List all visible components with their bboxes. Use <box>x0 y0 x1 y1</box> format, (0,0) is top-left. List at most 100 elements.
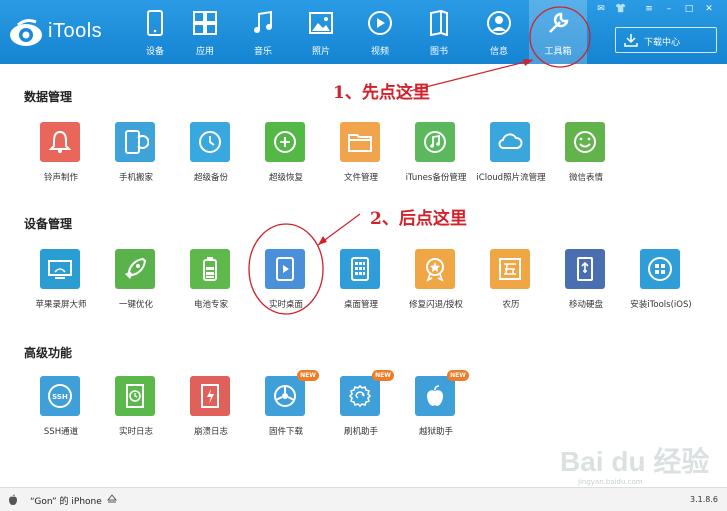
tile-label: 固件下载 <box>268 427 303 437</box>
download-center-button[interactable]: 下载中心 <box>615 27 717 53</box>
tile-flash-helper[interactable]: NEW 刷机助手 <box>330 370 394 448</box>
tile-label: iTunes备份管理 <box>405 173 467 183</box>
tile-fix-crash[interactable]: 修复闪退/授权 <box>405 249 467 321</box>
maximize-icon[interactable]: □ <box>683 3 695 15</box>
tile-install-itools[interactable]: 安装iTools(iOS) <box>630 249 692 321</box>
tile-wechat-emoji[interactable]: 微信表情 <box>555 122 617 194</box>
tile-ssh[interactable]: SSH SSH通道 <box>30 376 92 448</box>
tile-usb-drive[interactable]: 移动硬盘 <box>555 249 617 321</box>
nav-photo[interactable]: 照片 <box>292 0 350 64</box>
tile-firmware[interactable]: NEW 固件下载 <box>255 370 319 448</box>
tile-icon-box <box>115 249 155 289</box>
tile-icon-box <box>265 376 305 416</box>
tile-itunes-backup[interactable]: iTunes备份管理 <box>405 122 467 194</box>
tile-label: 超级恢复 <box>268 173 303 183</box>
close-icon[interactable]: ✕ <box>703 3 715 15</box>
tile-icon-box <box>415 249 455 289</box>
nav-info[interactable]: 信息 <box>470 0 528 64</box>
tile-optimize[interactable]: 一键优化 <box>105 249 167 321</box>
nav-book[interactable]: 图书 <box>410 0 468 64</box>
user-icon <box>487 11 511 35</box>
tile-icon-box <box>340 249 380 289</box>
tile-jailbreak[interactable]: NEW 越狱助手 <box>405 370 469 448</box>
logo-text: iTools <box>48 20 103 42</box>
version-label: 3.1.8.6 <box>690 495 718 504</box>
tile-label: SSH通道 <box>43 427 79 437</box>
window-controls: ✉ 👕 ≡ – □ ✕ <box>595 3 725 15</box>
tile-desktop-manager[interactable]: 桌面管理 <box>330 249 392 321</box>
tile-phone-transfer[interactable]: 手机搬家 <box>105 122 167 194</box>
firmware-icon <box>274 385 296 407</box>
tile-icon-box <box>490 249 530 289</box>
wrench-icon <box>549 12 569 33</box>
tile-super-backup[interactable]: 超级备份 <box>180 122 242 194</box>
nav-apps[interactable]: 应用 <box>176 0 234 64</box>
baidu-watermark-url: jingyan.baidu.com <box>578 478 643 486</box>
nav-video[interactable]: 视频 <box>351 0 409 64</box>
eject-icon[interactable] <box>107 494 117 504</box>
tile-label: 安装iTools(iOS) <box>630 300 692 310</box>
tile-icloud-photo[interactable]: iCloud照片流管理 <box>476 122 546 194</box>
new-badge: NEW <box>297 370 319 381</box>
tile-label: 移动硬盘 <box>568 300 603 310</box>
tile-live-desktop[interactable]: 实时桌面 <box>255 249 317 321</box>
music-note-icon <box>424 131 446 153</box>
tile-label: 文件管理 <box>343 173 378 183</box>
tile-label: iCloud照片流管理 <box>476 173 546 183</box>
tile-icon-box <box>40 122 80 162</box>
tile-label: 电池专家 <box>193 300 228 310</box>
nav-toolbox[interactable]: 工具箱 <box>529 0 587 64</box>
tile-icon-box <box>340 376 380 416</box>
calendar-five-icon <box>499 258 521 280</box>
status-bar: “Gon” 的 iPhone 3.1.8.6 <box>0 487 727 511</box>
tile-crash-log[interactable]: 崩溃日志 <box>180 376 242 448</box>
tile-label: 微信表情 <box>568 173 603 183</box>
itools-logo: iTools <box>8 14 120 54</box>
message-icon[interactable]: ✉ <box>595 3 607 15</box>
phone-transfer-icon <box>125 130 149 154</box>
nav-music[interactable]: 音乐 <box>234 0 292 64</box>
download-icon <box>624 34 638 47</box>
live-log-icon <box>126 384 144 408</box>
apple-icon <box>427 385 443 406</box>
annotation-step1: 1、先点这里 <box>333 83 430 103</box>
nav-label: 工具箱 <box>544 47 572 57</box>
tile-icon-box <box>490 122 530 162</box>
tile-file-manager[interactable]: 文件管理 <box>330 122 392 194</box>
tile-icon-box <box>190 376 230 416</box>
tile-icon-box <box>415 376 455 416</box>
cloud-icon <box>498 133 523 149</box>
nav-label: 图书 <box>429 47 448 57</box>
tile-screen-record[interactable]: 苹果录屏大师 <box>30 249 92 321</box>
shirt-icon[interactable]: 👕 <box>615 3 627 15</box>
tile-label: 农历 <box>502 300 520 310</box>
tile-ringtone[interactable]: 铃声制作 <box>30 122 92 194</box>
ssh-icon: SSH <box>48 384 72 408</box>
tile-icon-box <box>565 122 605 162</box>
grid-icon <box>351 257 369 281</box>
apple-device-icon <box>9 494 17 505</box>
tile-super-restore[interactable]: 超级恢复 <box>255 122 317 194</box>
minimize-icon[interactable]: – <box>663 3 675 15</box>
tile-icon-box <box>40 249 80 289</box>
tile-label: 铃声制作 <box>43 173 78 183</box>
menu-icon[interactable]: ≡ <box>643 3 655 15</box>
tile-label: 刷机助手 <box>343 427 378 437</box>
tile-lunar-calendar[interactable]: 农历 <box>480 249 542 321</box>
folder-icon <box>348 134 372 152</box>
restore-icon <box>274 131 296 153</box>
tile-battery[interactable]: 电池专家 <box>180 249 242 321</box>
tile-live-log[interactable]: 实时日志 <box>105 376 167 448</box>
smiley-icon <box>574 131 596 153</box>
device-name[interactable]: “Gon” 的 iPhone <box>30 494 102 507</box>
section-title-device-management: 设备管理 <box>24 217 73 231</box>
nav-label: 视频 <box>370 47 389 57</box>
itools-logo-icon <box>10 19 42 46</box>
book-icon <box>430 10 448 36</box>
tile-icon-box <box>265 122 305 162</box>
annotation-step2: 2、后点这里 <box>370 209 467 229</box>
device-icon <box>147 10 163 36</box>
flash-icon <box>348 384 372 408</box>
tile-label: 修复闪退/授权 <box>409 300 463 310</box>
tile-icon-box <box>415 122 455 162</box>
